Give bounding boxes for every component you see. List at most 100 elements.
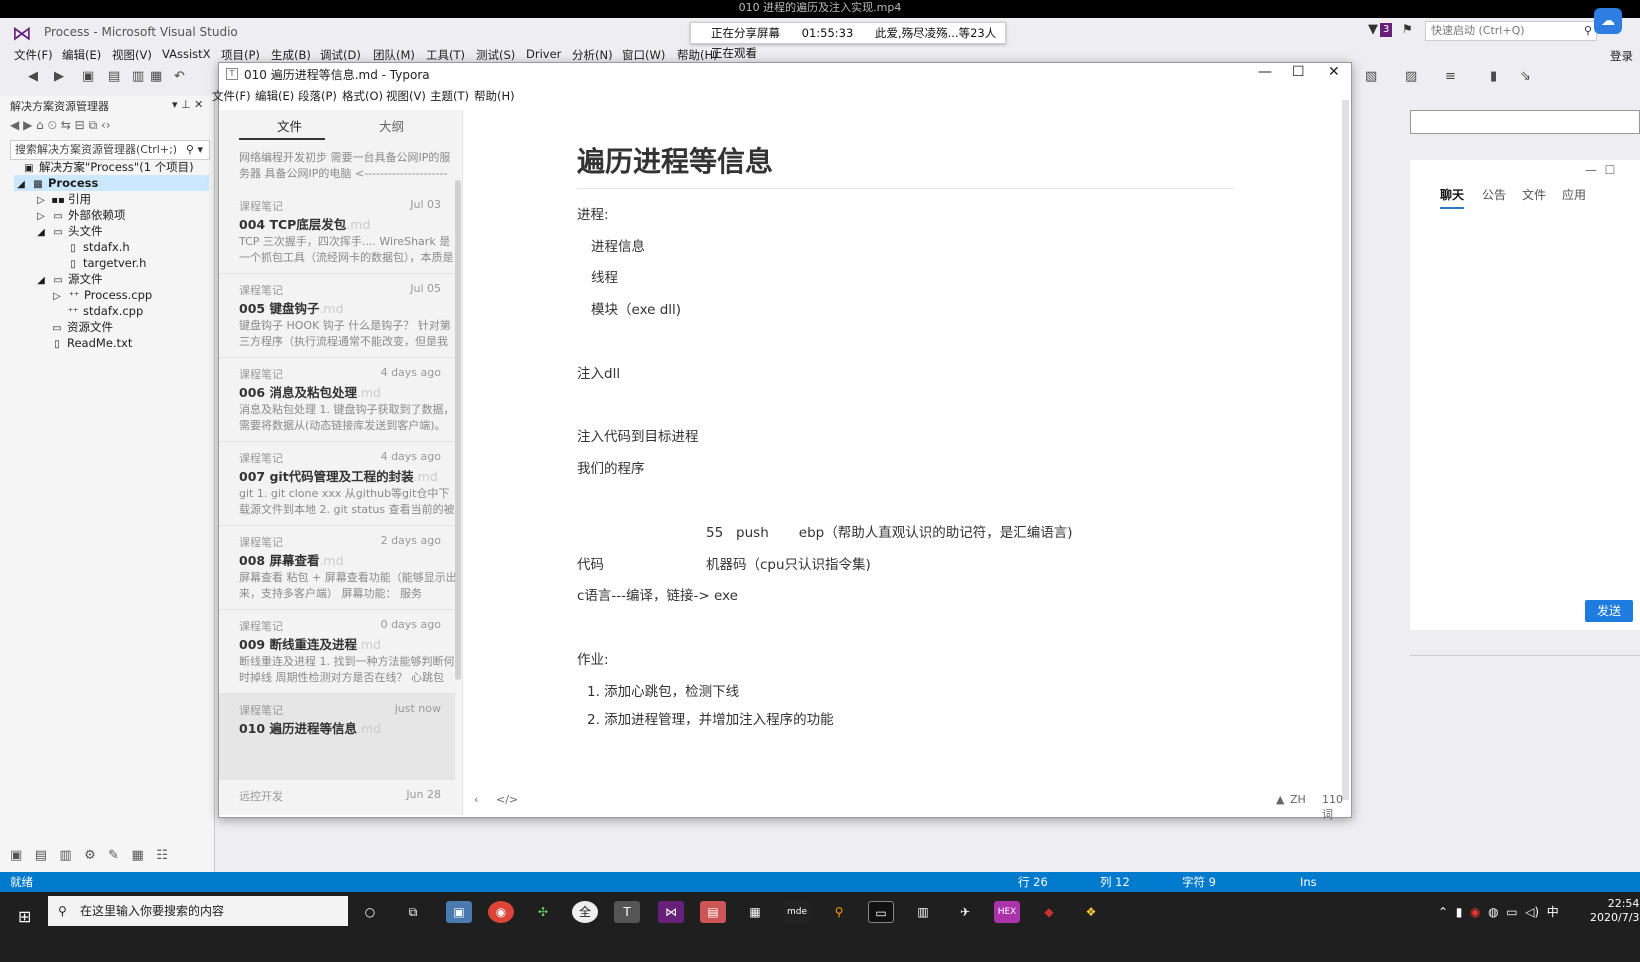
terminal-icon[interactable]: ▭: [868, 901, 894, 923]
undo-icon[interactable]: ↶: [174, 69, 185, 84]
close-icon[interactable]: ✕: [1328, 64, 1340, 80]
visual-studio-taskbar-icon[interactable]: ⋈: [658, 901, 684, 923]
file-item-remote[interactable]: 远控开发 Jun 28: [219, 780, 455, 810]
open-file-icon[interactable]: ▤: [108, 69, 120, 84]
chat-tab-apps[interactable]: 应用: [1562, 186, 1586, 203]
tree-file-stdafx-h[interactable]: ▯ stdafx.h: [66, 239, 129, 255]
resource-tab-icon[interactable]: ▦: [131, 848, 143, 863]
ty-menu-view[interactable]: 视图(V): [386, 88, 426, 104]
vs-menu-build[interactable]: 生成(B): [271, 47, 311, 63]
back-icon[interactable]: ◀: [28, 69, 38, 84]
source-mode-icon[interactable]: </>: [496, 793, 518, 806]
search-tool-icon[interactable]: ⚲: [826, 901, 852, 923]
copy-icon[interactable]: ⧉: [89, 118, 98, 132]
tree-source-files[interactable]: ◢ ▭ 源文件: [34, 271, 102, 287]
tray-app-icon[interactable]: ◍: [1488, 905, 1498, 919]
windows-start-icon[interactable]: ⊞: [18, 907, 31, 926]
tray-expand-icon[interactable]: ⌃: [1438, 905, 1448, 919]
file-item-005[interactable]: 课程笔记 Jul 05 005 键盘钩子.md 键盘钩子 HOOK 钩子 什么是…: [219, 274, 455, 358]
app-icon-8[interactable]: ❖: [1078, 901, 1104, 923]
app-icon-7[interactable]: ◆: [1036, 901, 1062, 923]
vs-menu-file[interactable]: 文件(F): [14, 47, 53, 63]
tree-external-deps[interactable]: ▷ ▭ 外部依赖项: [34, 207, 125, 223]
app-icon-5[interactable]: ▥: [910, 901, 936, 923]
toolbar-icon-d[interactable]: ⇘: [1520, 69, 1531, 84]
task-view-icon[interactable]: ⧉: [400, 901, 426, 923]
file-item-004[interactable]: 课程笔记 Jul 03 004 TCP底层发包.md TCP 三次握手，四次挥手…: [219, 190, 455, 274]
file-item-006[interactable]: 课程笔记 4 days ago 006 消息及粘包处理.md 消息及粘包处理 1…: [219, 358, 455, 442]
microphone-icon[interactable]: ▮: [1456, 905, 1463, 919]
vs-menu-help[interactable]: 帮助(H): [677, 47, 718, 63]
editor-scrollbar[interactable]: [1342, 100, 1349, 800]
property-tab-icon[interactable]: ▥: [59, 848, 71, 863]
forward-icon[interactable]: ▶: [54, 69, 64, 84]
toolbar-icon-c[interactable]: ≡: [1445, 69, 1456, 84]
tree-resource-files[interactable]: ▭ 资源文件: [50, 319, 113, 335]
users-tab-icon[interactable]: ☷: [156, 848, 168, 863]
send-button[interactable]: 发送: [1585, 600, 1633, 622]
back-icon[interactable]: ◀: [10, 118, 19, 132]
clover-icon[interactable]: ✣: [530, 901, 556, 923]
vs-menu-team[interactable]: 团队(M): [373, 47, 415, 63]
ty-menu-edit[interactable]: 编辑(E): [255, 88, 294, 104]
app-icon-4[interactable]: mde: [784, 901, 810, 923]
save-icon[interactable]: ▥: [132, 69, 144, 84]
ty-menu-help[interactable]: 帮助(H): [474, 88, 515, 104]
toggle-sidebar-icon[interactable]: ‹: [474, 793, 478, 806]
tree-file-stdafx-cpp[interactable]: ⁺⁺ stdafx.cpp: [66, 303, 144, 319]
tab-outline[interactable]: 大纲: [379, 116, 404, 135]
tree-file-readme[interactable]: ▯ ReadMe.txt: [50, 335, 132, 351]
app-icon-2[interactable]: 全: [572, 901, 598, 923]
vs-menu-test[interactable]: 测试(S): [476, 47, 515, 63]
taskbar-clock[interactable]: 22:54 2020/7/3: [1590, 897, 1639, 925]
right-dropdown[interactable]: [1410, 110, 1640, 134]
code-icon[interactable]: ‹›: [101, 118, 111, 132]
forward-icon[interactable]: ▶: [23, 118, 32, 132]
pin-icon[interactable]: ▾ ⊥ ✕: [172, 98, 203, 111]
language-indicator[interactable]: ZH: [1290, 793, 1306, 806]
new-project-icon[interactable]: ▣: [82, 69, 94, 84]
team-tab-icon[interactable]: ⚙: [84, 848, 96, 863]
filter-icon[interactable]: ▼: [1368, 22, 1378, 37]
collapse-icon[interactable]: ⊟: [75, 118, 85, 132]
tree-file-targetver-h[interactable]: ▯ targetver.h: [66, 255, 146, 271]
tree-header-files[interactable]: ◢ ▭ 头文件: [34, 223, 102, 239]
class-view-tab-icon[interactable]: ▤: [35, 848, 47, 863]
maximize-icon[interactable]: ☐: [1292, 64, 1305, 80]
vs-menu-debug[interactable]: 调试(D): [320, 47, 361, 63]
sync-icon[interactable]: ⇆: [61, 118, 71, 132]
ty-menu-theme[interactable]: 主题(T): [430, 88, 469, 104]
app-icon-6[interactable]: ✈: [952, 901, 978, 923]
chat-tab-chat[interactable]: 聊天: [1440, 186, 1465, 209]
tree-references[interactable]: ▷ ▪▪ 引用: [34, 191, 91, 207]
word-count[interactable]: 110 词: [1322, 793, 1350, 822]
file-item-009[interactable]: 课程笔记 0 days ago 009 断线重连及进程.md 断线重连及进程 1…: [219, 610, 455, 694]
chat-tab-notice[interactable]: 公告: [1482, 186, 1506, 203]
typora-taskbar-icon[interactable]: T: [614, 901, 640, 923]
quick-launch-input[interactable]: 快速启动 (Ctrl+Q) ⚲: [1425, 21, 1597, 41]
home-icon[interactable]: ⌂: [36, 118, 44, 132]
file-item-007[interactable]: 课程笔记 4 days ago 007 git代码管理及工程的封装.md git…: [219, 442, 455, 526]
network-icon[interactable]: ▭: [1506, 905, 1517, 919]
notification-badge[interactable]: 3: [1380, 23, 1393, 37]
vs-menu-driver[interactable]: Driver: [526, 47, 561, 61]
app-icon-1[interactable]: ▣: [446, 901, 472, 923]
file-item-008[interactable]: 课程笔记 2 days ago 008 屏幕查看.md 屏幕查看 粘包 + 屏幕…: [219, 526, 455, 610]
vs-menu-view[interactable]: 视图(V): [112, 47, 152, 63]
chrome-icon[interactable]: ◉: [488, 901, 514, 923]
file-item-010-active[interactable]: 课程笔记 just now 010 遍历进程等信息.md: [219, 694, 455, 780]
minimize-icon[interactable]: —: [1258, 64, 1272, 80]
ty-menu-paragraph[interactable]: 段落(P): [298, 88, 337, 104]
toolbar-icon-b[interactable]: ▨: [1405, 69, 1417, 84]
tools-tab-icon[interactable]: ✎: [108, 848, 119, 863]
save-all-icon[interactable]: ▦: [150, 69, 162, 84]
tree-solution[interactable]: ▣ 解决方案"Process"(1 个项目): [22, 159, 193, 175]
ime-indicator[interactable]: 中: [1547, 905, 1559, 919]
vs-menu-project[interactable]: 项目(P): [221, 47, 260, 63]
calculator-icon[interactable]: ▦: [742, 901, 768, 923]
tree-file-process-cpp[interactable]: ▷ ⁺⁺ Process.cpp: [50, 287, 152, 303]
volume-icon[interactable]: ◁): [1525, 905, 1539, 919]
vs-menu-tools[interactable]: 工具(T): [426, 47, 465, 63]
cloud-app-icon[interactable]: ☁: [1594, 8, 1622, 34]
tab-files[interactable]: 文件: [277, 116, 302, 135]
